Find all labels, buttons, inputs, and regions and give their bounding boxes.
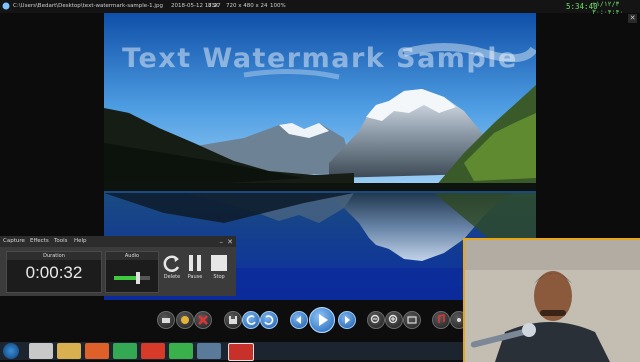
rotate-left-icon bbox=[246, 315, 256, 325]
viewer-close-button[interactable]: ✕ bbox=[628, 14, 637, 23]
stop-label: Stop bbox=[213, 274, 225, 280]
viewer-titlebar: C:\Users\Bedart\Desktop\text-watermark-s… bbox=[0, 0, 640, 13]
menu-capture[interactable]: Capture bbox=[3, 238, 25, 244]
save-icon bbox=[229, 316, 237, 324]
taskbar-app-5[interactable] bbox=[141, 343, 165, 359]
stop-icon bbox=[211, 255, 227, 271]
previous-button[interactable] bbox=[290, 311, 308, 329]
delete-label: Delete bbox=[163, 274, 181, 280]
file-path: C:\Users\Bedart\Desktop\text-watermark-s… bbox=[13, 3, 163, 9]
audio-label: Audio bbox=[106, 252, 158, 260]
app-icon bbox=[2, 2, 10, 10]
save-button[interactable] bbox=[224, 311, 242, 329]
music-button[interactable] bbox=[432, 311, 450, 329]
menu-effects[interactable]: Effects bbox=[30, 238, 49, 244]
duration-label: Duration bbox=[7, 252, 101, 260]
taskbar-firefox[interactable] bbox=[85, 343, 109, 359]
duration-value: 0:00:32 bbox=[25, 263, 83, 282]
music-icon bbox=[438, 314, 445, 323]
arrow-left-icon bbox=[296, 316, 301, 324]
image-dims: 720 x 480 x 24 bbox=[226, 3, 268, 9]
paint-icon bbox=[181, 316, 189, 324]
recorder-menubar: Capture Effects Tools Help – ✕ bbox=[0, 236, 236, 247]
rotate-right-icon bbox=[264, 315, 274, 325]
delete-button[interactable]: Delete bbox=[161, 252, 183, 290]
rotate-right-button[interactable] bbox=[260, 311, 278, 329]
watermark-text: Text Watermark Sample bbox=[122, 43, 518, 74]
taskbar-recorder[interactable] bbox=[228, 343, 254, 361]
minimize-button[interactable]: – bbox=[220, 238, 224, 246]
taskbar-app-1[interactable] bbox=[29, 343, 53, 359]
scanner-icon bbox=[162, 318, 170, 323]
delete-image-button[interactable] bbox=[194, 311, 212, 329]
next-button[interactable] bbox=[338, 311, 356, 329]
pause-button[interactable]: Pause bbox=[184, 252, 206, 290]
taskbar-explorer[interactable] bbox=[57, 343, 81, 359]
audio-slider-handle[interactable] bbox=[136, 272, 140, 284]
zoom-in-icon bbox=[388, 314, 398, 324]
menu-help[interactable]: Help bbox=[74, 238, 87, 244]
zoom-out-icon bbox=[370, 314, 380, 324]
duration-box: Duration 0:00:32 bbox=[6, 251, 102, 293]
fit-window-button[interactable] bbox=[403, 311, 421, 329]
refresh-icon bbox=[163, 255, 180, 272]
slideshow-play-button[interactable] bbox=[309, 307, 335, 333]
pause-label: Pause bbox=[187, 274, 203, 280]
play-icon bbox=[319, 314, 328, 326]
pause-icon bbox=[189, 255, 201, 271]
zoom-in-button[interactable] bbox=[385, 311, 403, 329]
webcam-overlay bbox=[463, 238, 640, 362]
taskbar-app-7[interactable] bbox=[197, 343, 221, 359]
screen-recorder-panel: Capture Effects Tools Help – ✕ Duration … bbox=[0, 236, 236, 296]
zoom-out-button[interactable] bbox=[367, 311, 385, 329]
taskbar-chrome[interactable] bbox=[113, 343, 137, 359]
menu-tools[interactable]: Tools bbox=[54, 238, 68, 244]
start-button[interactable] bbox=[3, 343, 19, 359]
delete-icon bbox=[198, 315, 208, 325]
rotate-left-button[interactable] bbox=[242, 311, 260, 329]
file-size: 83K bbox=[208, 3, 219, 9]
stop-button[interactable]: Stop bbox=[208, 252, 230, 290]
zoom-level: 100% bbox=[270, 3, 286, 9]
taskbar-app-6[interactable] bbox=[169, 343, 193, 359]
audio-box: Audio bbox=[105, 251, 159, 293]
scanner-button[interactable] bbox=[157, 311, 175, 329]
edit-button[interactable] bbox=[176, 311, 194, 329]
arrow-right-icon bbox=[345, 316, 350, 324]
recorder-close-button[interactable]: ✕ bbox=[227, 238, 233, 246]
fit-window-icon bbox=[407, 316, 417, 324]
presenter-video bbox=[465, 240, 640, 362]
